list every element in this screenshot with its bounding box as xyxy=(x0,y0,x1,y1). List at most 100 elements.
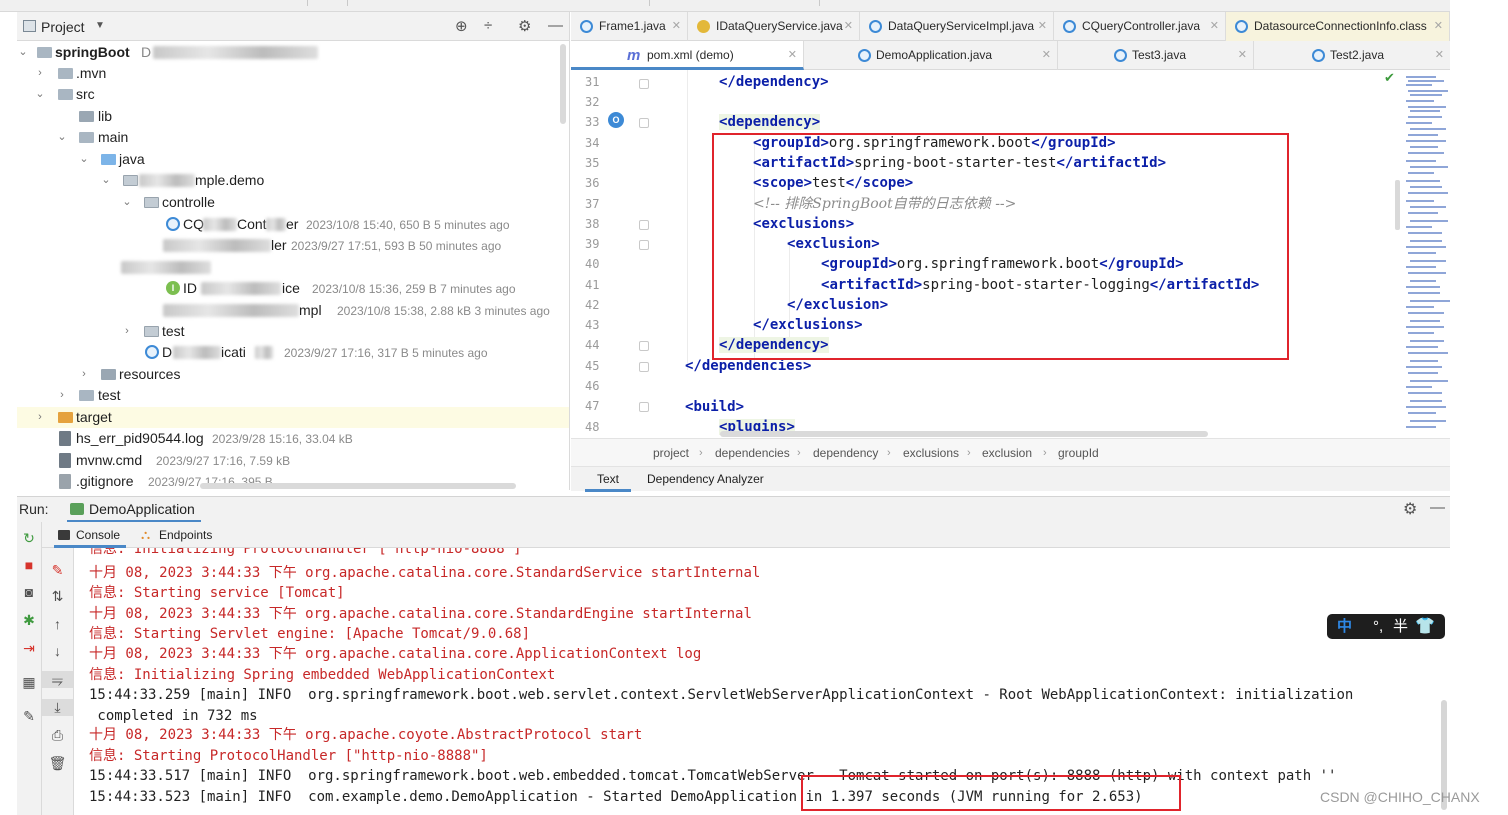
close-icon[interactable]: ✕ xyxy=(844,12,853,41)
shirt-icon[interactable]: 👕 xyxy=(1415,614,1435,639)
tree-row-controller-2[interactable]: ler 2023/9/27 17:51, 593 B 50 minutes ag… xyxy=(17,235,569,256)
fold-marker[interactable] xyxy=(639,79,649,89)
chevron-down-icon[interactable]: ⌄ xyxy=(56,127,68,148)
tree-row-mvn[interactable]: › .mvn xyxy=(17,63,569,84)
tree-row-springboot[interactable]: ⌄ springBoot D xyxy=(17,42,569,63)
project-vertical-scrollbar[interactable] xyxy=(560,44,566,124)
project-title[interactable]: Project xyxy=(41,19,85,35)
locate-icon[interactable]: ⊕ xyxy=(455,17,468,35)
fold-marker[interactable] xyxy=(639,362,649,372)
tab-demoapplication-java[interactable]: DemoApplication.java ✕ xyxy=(804,41,1058,70)
ime-language[interactable]: 中 xyxy=(1337,614,1352,639)
collapse-all-icon[interactable]: ÷ xyxy=(484,17,492,34)
close-icon[interactable]: ✕ xyxy=(1042,41,1051,70)
maven-dependency-gutter-icon[interactable]: O xyxy=(608,112,624,128)
tab-test2-java[interactable]: Test2.java ✕ xyxy=(1254,41,1450,70)
tab-frame1-java[interactable]: Frame1.java ✕ xyxy=(571,12,688,41)
stop-icon[interactable]: ■ xyxy=(17,557,41,573)
ime-width[interactable]: 半 xyxy=(1393,614,1408,639)
tree-row-lib[interactable]: lib xyxy=(17,106,569,127)
chevron-right-icon[interactable]: › xyxy=(56,385,68,406)
tab-cquerycontroller-java[interactable]: CQueryController.java ✕ xyxy=(1054,12,1226,41)
tree-row-target[interactable]: › target xyxy=(17,407,569,428)
breadcrumb-item[interactable]: dependency xyxy=(813,439,878,467)
close-icon[interactable]: ✕ xyxy=(788,41,797,70)
inspection-ok-icon[interactable]: ✔ xyxy=(1384,70,1395,86)
chevron-right-icon[interactable]: › xyxy=(78,364,90,385)
layout-icon[interactable]: ▦ xyxy=(17,674,41,691)
clear-icon[interactable]: ✎ xyxy=(42,562,73,579)
arrow-down-icon[interactable]: ↓ xyxy=(42,643,73,659)
tree-row-test-package[interactable]: › test xyxy=(17,321,569,342)
chevron-down-icon[interactable]: ▼ xyxy=(95,20,105,31)
tree-row-java[interactable]: ⌄ java xyxy=(17,149,569,170)
fold-marker[interactable] xyxy=(639,118,649,128)
gear-icon[interactable]: ⚙ xyxy=(1403,499,1417,519)
tree-row-demoapplication[interactable]: D icati 2023/9/27 17:16, 317 B 5 minutes… xyxy=(17,342,569,363)
print-icon[interactable]: ⎙ xyxy=(42,727,73,744)
tree-row-mvnw-cmd[interactable]: mvnw.cmd 2023/9/27 17:16, 7.59 kB xyxy=(17,450,569,471)
tree-row-controller[interactable]: ⌄ controlle xyxy=(17,192,569,213)
minimize-icon[interactable]: — xyxy=(548,17,563,34)
scroll-to-end-icon[interactable]: ⤓ xyxy=(42,699,73,716)
chevron-down-icon[interactable]: ⌄ xyxy=(17,42,29,63)
chevron-down-icon[interactable]: ⌄ xyxy=(34,84,46,105)
tree-row-resources[interactable]: › resources xyxy=(17,364,569,385)
tree-row-src[interactable]: ⌄ src xyxy=(17,84,569,105)
breadcrumb-item[interactable]: exclusion xyxy=(982,439,1032,467)
ime-punctuation[interactable]: °, xyxy=(1373,614,1383,639)
run-tab-demoapplication[interactable]: DemoApplication xyxy=(67,497,201,523)
fold-marker[interactable] xyxy=(639,220,649,230)
code-minimap[interactable] xyxy=(1386,70,1450,438)
breadcrumb-item[interactable]: exclusions xyxy=(903,439,959,467)
trash-icon[interactable]: 🗑 xyxy=(42,755,73,772)
tree-row-service-folder[interactable] xyxy=(17,257,569,278)
breadcrumb-item[interactable]: dependencies xyxy=(715,439,790,467)
tab-console[interactable]: Console xyxy=(54,522,126,548)
pin-icon[interactable]: ✎ xyxy=(17,708,41,725)
close-icon[interactable]: ✕ xyxy=(1434,12,1443,41)
camera-icon[interactable]: ◙ xyxy=(17,584,41,600)
tab-endpoints[interactable]: ⛬ Endpoints xyxy=(137,522,227,548)
arrow-up-icon[interactable]: ↑ xyxy=(42,616,73,632)
fold-marker[interactable] xyxy=(639,341,649,351)
exit-icon[interactable]: ⇥ xyxy=(17,640,41,657)
console-output[interactable]: 信息: Initializing ProtocolHandler ["http-… xyxy=(75,548,1450,815)
fold-marker[interactable] xyxy=(639,240,649,250)
chevron-down-icon[interactable]: ⌄ xyxy=(121,192,133,213)
chevron-right-icon[interactable]: › xyxy=(34,63,46,84)
sort-icon[interactable]: ⇅ xyxy=(42,588,73,605)
chevron-right-icon[interactable]: › xyxy=(121,321,133,342)
tab-dependency-analyzer[interactable]: Dependency Analyzer xyxy=(635,467,776,491)
tab-pom-xml[interactable]: m pom.xml (demo) ✕ xyxy=(571,41,804,70)
close-icon[interactable]: ✕ xyxy=(1435,41,1444,70)
chevron-right-icon[interactable]: › xyxy=(34,407,46,428)
chevron-down-icon[interactable]: ⌄ xyxy=(100,170,112,191)
rerun-icon[interactable]: ↻ xyxy=(17,530,41,547)
fold-marker[interactable] xyxy=(639,402,649,412)
tree-row-idataqueryservice[interactable]: I ID ice 2023/10/8 15:36, 259 B 7 minute… xyxy=(17,278,569,299)
tab-dataqueryserviceimpl-java[interactable]: DataQueryServiceImpl.java ✕ xyxy=(860,12,1054,41)
tab-datasourceconnectioninfo-class[interactable]: DatasourceConnectionInfo.class ✕ xyxy=(1226,12,1450,41)
chevron-down-icon[interactable]: ⌄ xyxy=(78,149,90,170)
ime-status-bar[interactable]: 中 °, 半 👕 xyxy=(1327,614,1445,639)
close-icon[interactable]: ✕ xyxy=(1238,41,1247,70)
tree-row-cquerycontroller[interactable]: CQ Cont er 2023/10/8 15:40, 650 B 5 minu… xyxy=(17,214,569,235)
tree-row-dataqueryserviceimpl[interactable]: mpl 2023/10/8 15:38, 2.88 kB 3 minutes a… xyxy=(17,300,569,321)
gear-icon[interactable]: ⚙ xyxy=(518,17,531,35)
breadcrumb-item[interactable]: project xyxy=(653,439,689,467)
tab-text[interactable]: Text xyxy=(585,467,632,492)
project-horizontal-scrollbar[interactable] xyxy=(200,483,516,489)
tree-row-main[interactable]: ⌄ main xyxy=(17,127,569,148)
tree-row-hs-err-log[interactable]: hs_err_pid90544.log 2023/9/28 15:16, 33.… xyxy=(17,428,569,449)
close-icon[interactable]: ✕ xyxy=(1210,12,1219,41)
close-icon[interactable]: ✕ xyxy=(672,12,681,41)
minimize-icon[interactable]: — xyxy=(1430,499,1445,516)
breadcrumb-item[interactable]: groupId xyxy=(1058,439,1099,467)
soft-wrap-icon[interactable]: ⥭ xyxy=(42,671,73,688)
debug-icon[interactable]: ✱ xyxy=(17,612,41,629)
tree-row-package[interactable]: ⌄ mple.demo xyxy=(17,170,569,191)
editor-vertical-scrollbar[interactable] xyxy=(1395,180,1400,230)
tab-idataqueryservice-java[interactable]: IDataQueryService.java ✕ xyxy=(688,12,860,41)
editor-horizontal-scrollbar[interactable] xyxy=(720,431,1208,437)
